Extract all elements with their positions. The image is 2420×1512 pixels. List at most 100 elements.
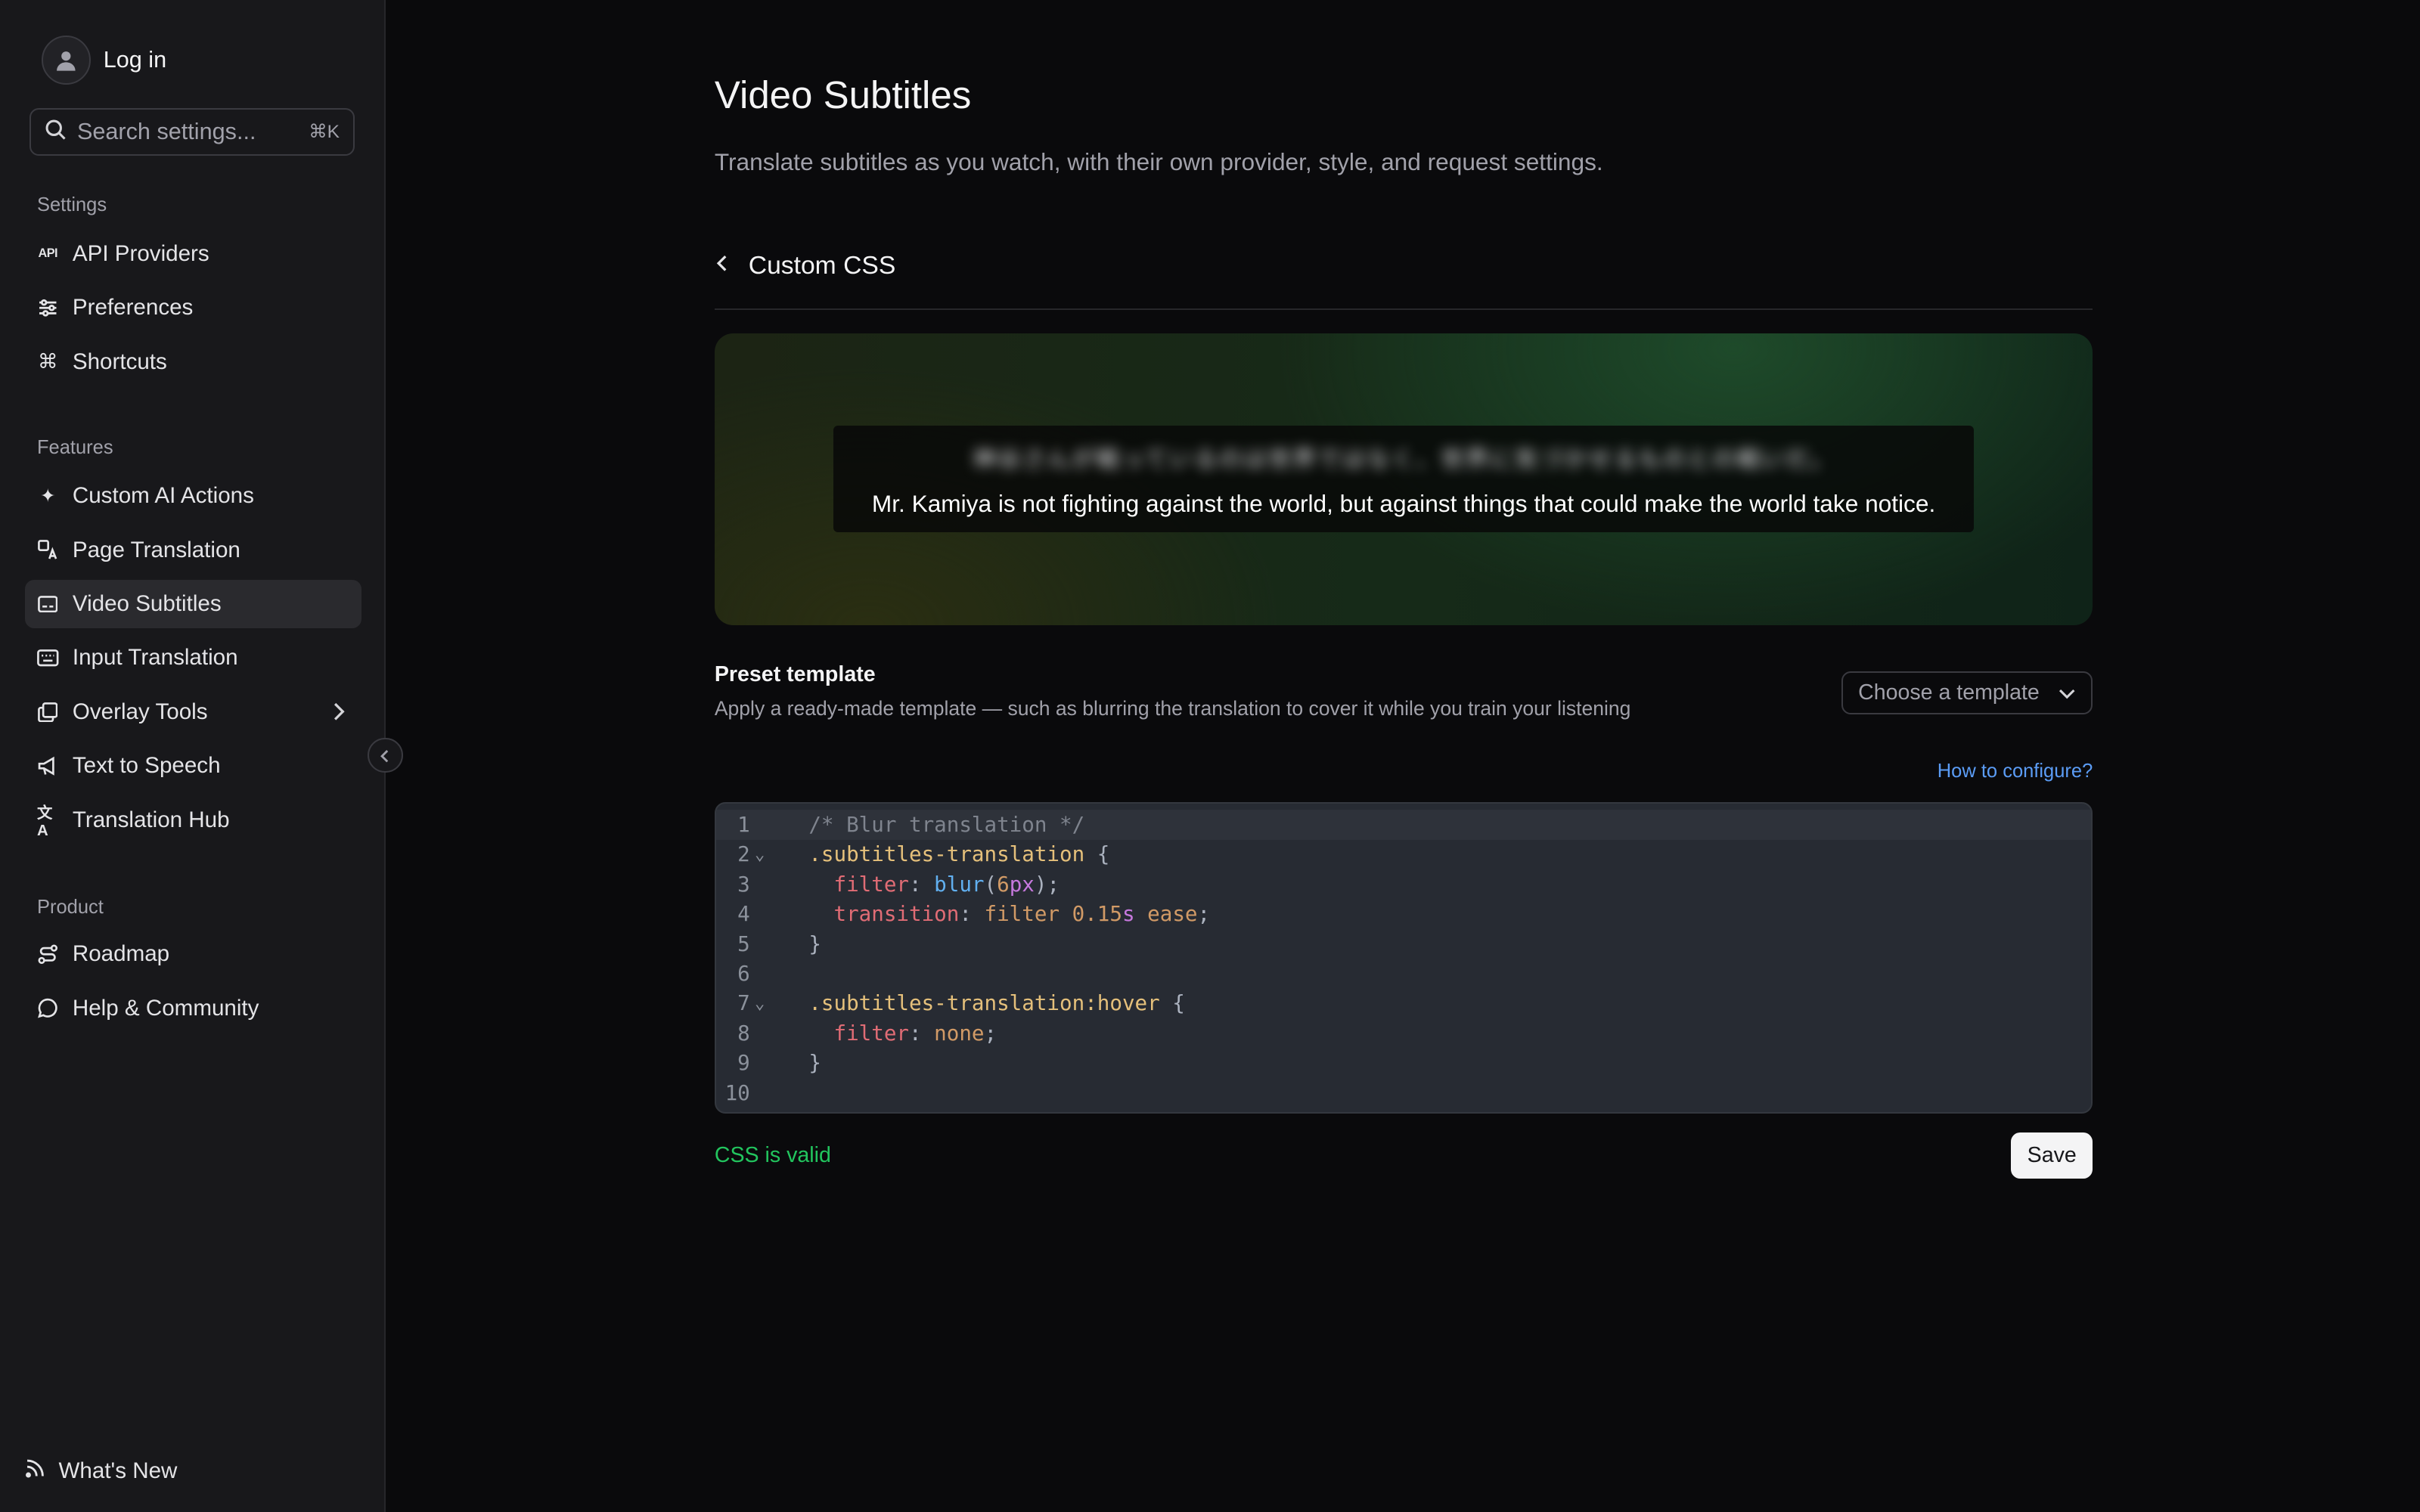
code-line: 5 } <box>716 929 2091 959</box>
rss-icon <box>25 1458 45 1485</box>
code-line: 9 } <box>716 1048 2091 1077</box>
code-text: } <box>808 931 821 956</box>
language-icon: 文A <box>36 805 53 840</box>
route-icon <box>37 943 59 965</box>
sliders-icon <box>37 297 59 319</box>
how-to-configure-link[interactable]: How to configure? <box>1938 761 2093 782</box>
sidebar-item-label: Video Subtitles <box>72 590 222 616</box>
chevron-left-icon <box>379 741 391 770</box>
line-number: 1 <box>737 813 750 838</box>
sidebar-item-overlay-tools[interactable]: Overlay Tools <box>25 688 361 736</box>
login-button[interactable]: Log in <box>42 35 167 85</box>
code-line: 4 transition: filter 0.15s ease; <box>716 900 2091 929</box>
subtitle-original-text: 神谷さんが戦っているのは世界ではなく、世界に気づかせるものとの戦いだ。 <box>973 447 1835 473</box>
code-text: transition: filter 0.15s ease; <box>833 902 1211 927</box>
line-number: 4 <box>737 902 750 927</box>
sidebar-item-label: Input Translation <box>72 645 238 671</box>
command-icon: ⌘ <box>37 350 58 373</box>
preset-title: Preset template <box>714 662 876 686</box>
line-number: 9 <box>737 1051 750 1076</box>
sidebar-item-api-providers[interactable]: API API Providers <box>25 230 361 277</box>
group-label-features: Features <box>36 436 113 458</box>
code-line: 7 ⌄ .subtitles-translation:hover { <box>716 989 2091 1018</box>
code-text: filter: none; <box>833 1021 997 1046</box>
preset-description: Apply a ready-made template — such as bl… <box>714 697 1631 720</box>
line-number: 6 <box>737 961 750 986</box>
whats-new-link[interactable]: What's New <box>25 1458 178 1485</box>
collapse-sidebar-button[interactable] <box>367 737 403 773</box>
code-text: .subtitles-translation:hover { <box>808 991 1185 1016</box>
line-number: 3 <box>737 872 750 897</box>
search-icon <box>45 117 67 146</box>
template-select-placeholder: Choose a template <box>1858 680 2040 705</box>
sidebar-item-input-translation[interactable]: Input Translation <box>25 634 361 682</box>
subtitles-icon <box>37 593 59 615</box>
sidebar-item-page-translation[interactable]: Page Translation <box>25 526 361 574</box>
line-number: 7 <box>737 991 750 1016</box>
sidebar-item-text-to-speech[interactable]: Text to Speech <box>25 742 361 790</box>
sidebar-item-label: Custom AI Actions <box>72 483 254 509</box>
chevron-right-icon <box>330 701 346 729</box>
keyboard-icon <box>37 647 59 669</box>
sidebar-item-preferences[interactable]: Preferences <box>25 284 361 332</box>
code-line: 10 <box>716 1078 2091 1108</box>
code-line: 6 <box>716 959 2091 988</box>
css-editor[interactable]: 1 /* Blur translation */ 2 ⌄ .subtitles-… <box>714 802 2093 1114</box>
fold-icon[interactable]: ⌄ <box>750 993 781 1013</box>
subtitle-box: 神谷さんが戦っているのは世界ではなく、世界に気づかせるものとの戦いだ。 Mr. … <box>833 426 1975 533</box>
back-button[interactable]: Custom CSS <box>715 252 895 280</box>
sidebar: Log in Search settings... ⌘K Settings AP… <box>0 0 386 1512</box>
line-number: 2 <box>737 842 750 867</box>
sidebar-item-custom-ai-actions[interactable]: ✦ Custom AI Actions <box>25 472 361 519</box>
chevron-left-icon <box>715 252 730 280</box>
page-subtitle: Translate subtitles as you watch, with t… <box>714 147 1603 175</box>
code-text: .subtitles-translation { <box>808 842 1110 867</box>
search-input[interactable]: Search settings... ⌘K <box>29 107 355 156</box>
chat-icon <box>37 997 59 1019</box>
sidebar-item-roadmap[interactable]: Roadmap <box>25 931 361 978</box>
code-line: 8 filter: none; <box>716 1018 2091 1048</box>
line-number: 5 <box>737 931 750 956</box>
sparkles-icon: ✦ <box>39 486 56 507</box>
sidebar-item-label: Shortcuts <box>72 349 167 374</box>
layers-icon <box>37 702 59 723</box>
sidebar-item-label: Help & Community <box>72 995 259 1021</box>
sidebar-item-label: Page Translation <box>72 537 240 562</box>
sidebar-item-label: Overlay Tools <box>72 699 208 724</box>
sidebar-item-label: API Providers <box>72 240 209 266</box>
translate-icon <box>37 539 59 561</box>
search-placeholder: Search settings... <box>76 118 256 144</box>
search-shortcut: ⌘K <box>309 122 340 143</box>
section-title: Custom CSS <box>748 251 896 280</box>
css-status: CSS is valid <box>714 1143 831 1168</box>
code-line: 2 ⌄ .subtitles-translation { <box>716 840 2091 869</box>
code-line: 1 /* Blur translation */ <box>715 810 2092 840</box>
sidebar-item-label: Roadmap <box>72 941 170 967</box>
divider <box>714 308 2093 311</box>
save-button[interactable]: Save <box>2011 1132 2093 1179</box>
code-text: } <box>808 1051 821 1076</box>
code-line: 3 filter: blur(6px); <box>716 869 2091 899</box>
sidebar-item-video-subtitles[interactable]: Video Subtitles <box>24 580 361 628</box>
sidebar-item-help-community[interactable]: Help & Community <box>25 984 361 1032</box>
line-number: 8 <box>737 1021 750 1046</box>
subtitle-preview: 神谷さんが戦っているのは世界ではなく、世界に気づかせるものとの戦いだ。 Mr. … <box>714 333 2093 625</box>
chevron-down-icon <box>2059 680 2075 705</box>
megaphone-icon <box>37 755 59 777</box>
sidebar-item-label: Text to Speech <box>72 753 221 779</box>
code-text: filter: blur(6px); <box>833 872 1060 897</box>
login-label: Log in <box>103 47 167 73</box>
api-icon: API <box>38 246 58 261</box>
user-avatar-icon <box>42 35 92 85</box>
sidebar-item-label: Translation Hub <box>72 807 230 832</box>
whats-new-label: What's New <box>58 1458 178 1483</box>
sidebar-item-shortcuts[interactable]: ⌘ Shortcuts <box>25 338 361 386</box>
fold-icon[interactable]: ⌄ <box>750 844 781 864</box>
template-select[interactable]: Choose a template <box>1841 671 2093 714</box>
group-label-settings: Settings <box>36 194 107 216</box>
line-number: 10 <box>724 1080 750 1105</box>
group-label-product: Product <box>36 896 104 918</box>
page-title: Video Subtitles <box>714 73 972 116</box>
sidebar-item-translation-hub[interactable]: 文A Translation Hub <box>25 796 361 844</box>
subtitle-translation-text: Mr. Kamiya is not fighting against the w… <box>871 489 1936 517</box>
